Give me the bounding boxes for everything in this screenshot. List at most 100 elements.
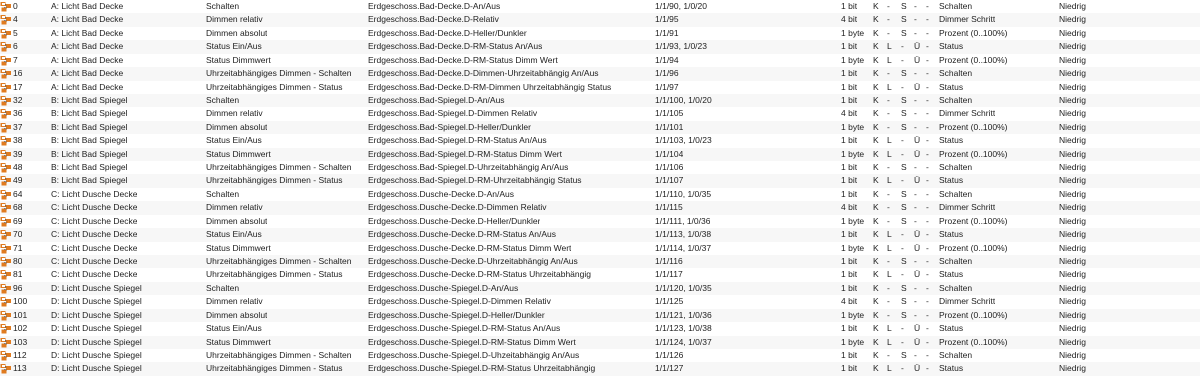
datapoint-type: Dimmer Schritt [939,108,996,119]
object-size: 1 bit [841,269,858,280]
datapoint-type: Prozent (0..100%) [939,215,1008,226]
object-description: Erdgeschoss.Dusche-Spiegel.D-Dimmen Rela… [368,296,551,307]
table-row[interactable]: 113 D: Licht Dusche Spiegel Uhrzeitabhän… [0,362,1200,376]
object-description: Erdgeschoss.Bad-Spiegel.D-RM-Uhrzeitabhä… [368,175,582,186]
object-description: Erdgeschoss.Bad-Decke.D-RM-Status An/Aus [368,41,543,52]
flag-write: S [901,349,907,360]
object-size: 1 bit [841,68,858,79]
table-row[interactable]: 80 C: Licht Dusche Decke Uhrzeitabhängig… [0,255,1200,269]
table-row[interactable]: 70 C: Licht Dusche Decke Status Ein/Aus … [0,228,1200,242]
flag-communication: K [873,349,879,360]
group-object-icon [0,161,14,174]
group-object-icon [0,201,14,214]
flag-transmit: - [914,256,917,267]
priority: Niedrig [1059,1,1086,11]
table-row[interactable]: 7 A: Licht Bad Decke Status Dimmwert Erd… [0,54,1200,67]
flag-communication: K [873,242,879,253]
object-description: Erdgeschoss.Dusche-Decke.D-Dimmen Relati… [368,202,547,213]
flag-read: - [887,309,890,320]
table-row[interactable]: 69 C: Licht Dusche Decke Dimmen absolut … [0,215,1200,228]
object-function: Uhrzeitabhängiges Dimmen - Status [206,363,343,374]
priority: Niedrig [1059,14,1086,25]
object-size: 1 bit [841,282,858,293]
flag-write: S [901,215,907,226]
flag-write: S [901,14,907,25]
table-row[interactable]: 96 D: Licht Dusche Spiegel Schalten Erdg… [0,281,1200,296]
flag-read: - [887,256,890,267]
flag-write: - [901,54,904,65]
table-row[interactable]: 6 A: Licht Bad Decke Status Ein/Aus Erdg… [0,40,1200,54]
flag-communication: K [873,363,879,374]
table-row[interactable]: 36 B: Licht Bad Spiegel Dimmen relativ E… [0,107,1200,120]
priority: Niedrig [1059,68,1086,79]
flag-communication: K [873,188,879,199]
object-description: Erdgeschoss.Bad-Spiegel.D-An/Aus [368,94,505,105]
table-row[interactable]: 68 C: Licht Dusche Decke Dimmen relativ … [0,201,1200,215]
object-function: Dimmen relativ [206,296,263,307]
group-object-icon [0,13,14,26]
table-row[interactable]: 102 D: Licht Dusche Spiegel Status Ein/A… [0,322,1200,335]
table-row[interactable]: 32 B: Licht Bad Spiegel Schalten Erdgesc… [0,93,1200,108]
priority: Niedrig [1059,41,1086,52]
object-size: 4 bit [841,14,858,25]
priority: Niedrig [1059,108,1086,119]
group-object-icon [0,349,14,362]
table-row[interactable]: 5 A: Licht Bad Decke Dimmen absolut Erdg… [0,27,1200,40]
datapoint-type: Prozent (0..100%) [939,54,1008,65]
group-addresses: 1/1/93, 1/0/23 [655,41,707,52]
flag-transmit: - [914,108,917,119]
table-row[interactable]: 16 A: Licht Bad Decke Uhrzeitabhängiges … [0,67,1200,81]
table-row[interactable]: 101 D: Licht Dusche Spiegel Dimmen absol… [0,308,1200,323]
flag-write: - [901,81,904,92]
object-function: Status Ein/Aus [206,41,262,52]
flag-transmit: Ü [914,175,921,186]
table-row[interactable]: 48 B: Licht Bad Spiegel Uhrzeitabhängige… [0,161,1200,174]
flag-read: L [887,229,892,240]
table-row[interactable]: 81 C: Licht Dusche Decke Uhrzeitabhängig… [0,268,1200,281]
table-row[interactable]: 49 B: Licht Bad Spiegel Uhrzeitabhängige… [0,174,1200,188]
flag-update: - [926,202,929,213]
group-object-icon [0,255,14,268]
channel-name: C: Licht Dusche Decke [51,215,138,226]
table-row[interactable]: 64 C: Licht Dusche Decke Schalten Erdges… [0,188,1200,201]
table-row[interactable]: 39 B: Licht Bad Spiegel Status Dimmwert … [0,147,1200,162]
group-addresses: 1/1/90, 1/0/20 [655,1,707,11]
flag-transmit: Ü [914,81,921,92]
group-addresses: 1/1/97 [655,81,679,92]
table-row[interactable]: 37 B: Licht Bad Spiegel Dimmen absolut E… [0,120,1200,135]
flag-communication: K [873,215,879,226]
datapoint-type: Dimmer Schritt [939,202,996,213]
table-row[interactable]: 17 A: Licht Bad Decke Uhrzeitabhängiges … [0,81,1200,94]
table-row[interactable]: 4 A: Licht Bad Decke Dimmen relativ Erdg… [0,13,1200,27]
group-object-icon [0,54,14,67]
flag-communication: K [873,229,879,240]
flag-read: - [887,1,890,11]
object-size: 4 bit [841,202,858,213]
object-number: 69 [13,215,23,226]
channel-name: D: Licht Dusche Spiegel [51,336,142,347]
group-addresses: 1/1/116 [655,256,683,267]
priority: Niedrig [1059,81,1086,92]
table-row[interactable]: 0 A: Licht Bad Decke Schalten Erdgeschos… [0,0,1200,13]
object-size: 1 bit [841,41,858,52]
object-size: 1 bit [841,188,858,199]
object-function: Status Dimmwert [206,148,271,159]
group-object-icon [0,242,14,255]
table-row[interactable]: 103 D: Licht Dusche Spiegel Status Dimmw… [0,335,1200,349]
flag-read: - [887,202,890,213]
flag-update: - [926,323,929,334]
flag-read: L [887,41,892,52]
group-addresses: 1/1/100, 1/0/20 [655,94,712,105]
object-size: 1 bit [841,175,858,186]
flag-update: - [926,175,929,186]
table-row[interactable]: 100 D: Licht Dusche Spiegel Dimmen relat… [0,295,1200,308]
table-row[interactable]: 71 C: Licht Dusche Decke Status Dimmwert… [0,242,1200,255]
flag-transmit: - [914,162,917,173]
flag-communication: K [873,256,879,267]
flag-communication: K [873,175,879,186]
flag-write: - [901,229,904,240]
flag-communication: K [873,14,879,25]
table-row[interactable]: 38 B: Licht Bad Spiegel Status Ein/Aus E… [0,134,1200,147]
table-row[interactable]: 112 D: Licht Dusche Spiegel Uhrzeitabhän… [0,349,1200,362]
flag-transmit: - [914,296,917,307]
